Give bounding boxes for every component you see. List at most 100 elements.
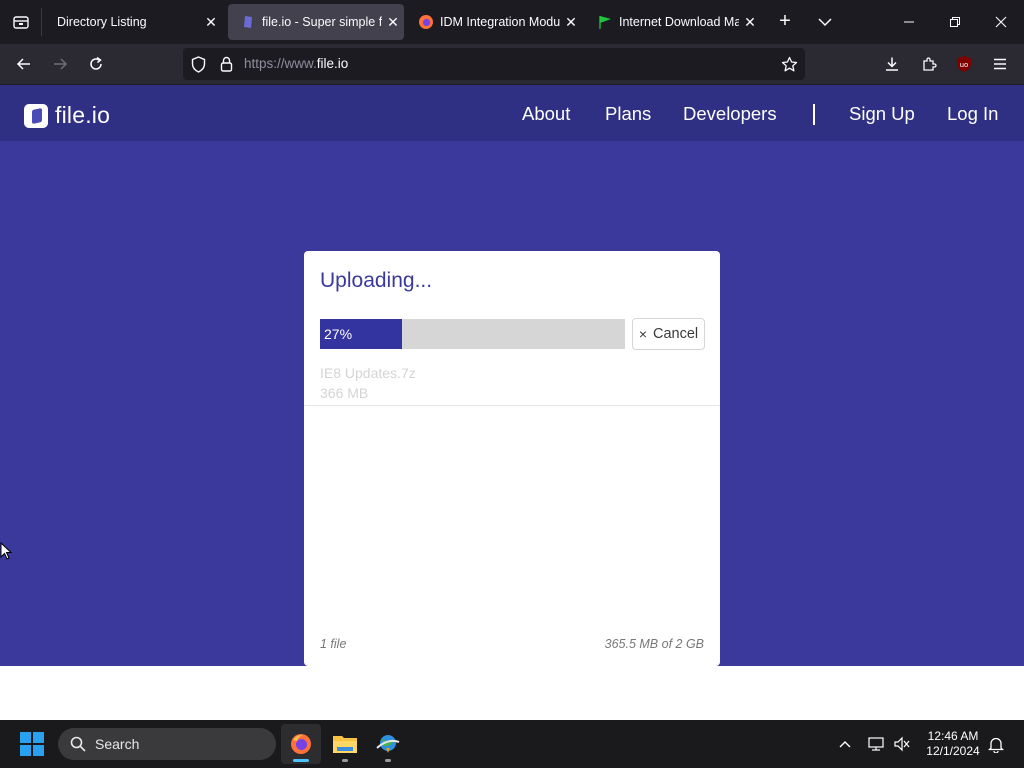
- nav-developers[interactable]: Developers: [683, 103, 777, 125]
- lock-icon[interactable]: [217, 55, 235, 73]
- nav-about[interactable]: About: [522, 103, 570, 125]
- file-count: 1 file: [320, 637, 347, 651]
- divider: [304, 405, 720, 406]
- volume-button[interactable]: [891, 732, 913, 756]
- network-monitor-icon: [868, 737, 884, 751]
- running-indicator: [342, 759, 348, 762]
- webpage: file.io About Plans Developers Sign Up L…: [0, 85, 1024, 720]
- minimize-icon: [904, 21, 914, 23]
- upload-progress-bar: 27%: [320, 319, 625, 349]
- tab-title: IDM Integration Modul: [440, 15, 560, 29]
- arrow-right-icon: [54, 58, 68, 70]
- logo-text: file.io: [55, 102, 111, 128]
- tab-title: Directory Listing: [57, 15, 147, 29]
- restore-icon: [950, 17, 960, 27]
- nav-plans[interactable]: Plans: [605, 103, 651, 125]
- tab-internet-download-manager[interactable]: Internet Download Ma ✕: [585, 4, 761, 40]
- cancel-upload-button[interactable]: × Cancel: [632, 318, 705, 350]
- reload-button[interactable]: [82, 50, 110, 78]
- close-icon: ×: [638, 326, 648, 342]
- tab-title: Internet Download Ma: [619, 15, 739, 29]
- storage-usage: 365.5 MB of 2 GB: [604, 637, 704, 651]
- green-flag-favicon-icon: [597, 14, 613, 30]
- tab-close-icon[interactable]: ✕: [382, 14, 404, 31]
- running-indicator: [385, 759, 391, 762]
- new-tab-button[interactable]: +: [772, 10, 798, 34]
- windows-start-icon[interactable]: [20, 732, 44, 756]
- firefox-view-icon: [13, 16, 29, 29]
- progress-percent: 27%: [324, 326, 353, 342]
- clock-date: 12/1/2024: [926, 744, 980, 758]
- arrow-left-icon: [16, 58, 30, 70]
- file-size: 366 MB: [320, 385, 369, 401]
- nav-sign-up[interactable]: Sign Up: [849, 103, 915, 125]
- file-io-favicon-icon: [240, 14, 256, 30]
- tab-directory-listing[interactable]: Directory Listing ✕: [46, 4, 222, 40]
- browser-tab-strip: Directory Listing ✕ file.io - Super simp…: [0, 0, 1024, 44]
- nav-log-in[interactable]: Log In: [947, 103, 998, 125]
- notifications-button[interactable]: [985, 732, 1007, 756]
- chevron-down-icon: [818, 18, 832, 27]
- file-io-logo[interactable]: file.io: [24, 102, 110, 129]
- tab-close-icon[interactable]: ✕: [200, 14, 222, 31]
- hamburger-menu-icon: [994, 58, 1006, 70]
- url-text[interactable]: https://www.file.io: [244, 56, 348, 71]
- tracking-protection-shield-icon[interactable]: [189, 55, 207, 73]
- close-window-button[interactable]: [978, 0, 1024, 44]
- bookmark-star-icon[interactable]: [780, 55, 798, 73]
- downloads-button[interactable]: [878, 50, 906, 78]
- download-icon: [886, 57, 898, 71]
- clock-time: 12:46 AM: [927, 729, 979, 743]
- url-domain: file.io: [316, 56, 349, 71]
- file-io-logo-icon: [24, 103, 48, 128]
- taskbar-search-box[interactable]: Search: [58, 728, 276, 760]
- taskbar-file-explorer[interactable]: [325, 724, 365, 764]
- tab-idm-integration[interactable]: IDM Integration Modul ✕: [406, 4, 582, 40]
- bell-icon: [988, 737, 1004, 753]
- page-footer-area: [0, 666, 1024, 720]
- extensions-button[interactable]: [915, 50, 943, 78]
- back-button[interactable]: [10, 50, 38, 78]
- reload-icon: [90, 56, 102, 70]
- site-header: file.io About Plans Developers Sign Up L…: [0, 85, 1024, 141]
- close-icon: [995, 16, 1007, 28]
- show-hidden-icons-button[interactable]: [834, 732, 856, 756]
- chevron-up-icon: [839, 741, 851, 748]
- restore-button[interactable]: [932, 0, 978, 44]
- file-name: IE8 Updates.7z: [320, 365, 416, 381]
- mouse-pointer-icon: [0, 542, 12, 560]
- taskbar-internet-download-manager[interactable]: [368, 724, 408, 764]
- ublock-shield-icon: uo: [957, 56, 971, 72]
- tab-title: file.io - Super simple fil: [262, 15, 382, 29]
- tab-close-icon[interactable]: ✕: [739, 14, 761, 31]
- minimize-button[interactable]: [886, 0, 932, 44]
- windows-taskbar: Search 12:46 AM 12/1/2024: [0, 720, 1024, 768]
- navigation-toolbar: https://www.file.io uo 3: [0, 44, 1024, 107]
- cancel-label: Cancel: [653, 326, 699, 342]
- taskbar-firefox[interactable]: [281, 724, 321, 764]
- system-clock[interactable]: 12:46 AM 12/1/2024: [920, 729, 986, 759]
- forward-button[interactable]: [46, 50, 74, 78]
- folder-icon: [333, 736, 357, 753]
- volume-muted-icon: [894, 736, 910, 752]
- app-menu-button[interactable]: [986, 50, 1014, 78]
- puzzle-piece-icon: [923, 57, 937, 71]
- nav-divider: [813, 104, 815, 125]
- search-icon: [68, 734, 88, 754]
- svg-text:uo: uo: [960, 61, 969, 69]
- firefox-view-button[interactable]: [0, 0, 42, 44]
- list-all-tabs-button[interactable]: [812, 10, 838, 34]
- idm-globe-icon: [376, 735, 400, 753]
- address-bar[interactable]: https://www.file.io: [183, 48, 805, 80]
- firefox-favicon-icon: [418, 14, 434, 30]
- upload-card: Uploading... 27% × Cancel IE8 Updates.7z…: [304, 251, 720, 666]
- network-status-button[interactable]: [866, 732, 888, 756]
- upload-status-title: Uploading...: [320, 269, 433, 292]
- active-indicator: [293, 759, 309, 762]
- tab-close-icon[interactable]: ✕: [560, 14, 582, 31]
- url-protocol: https://www.: [244, 56, 317, 71]
- firefox-icon: [291, 734, 311, 754]
- search-label: Search: [95, 736, 140, 752]
- tab-file-io[interactable]: file.io - Super simple fil ✕: [228, 4, 404, 40]
- ublock-origin-button[interactable]: uo: [950, 50, 978, 78]
